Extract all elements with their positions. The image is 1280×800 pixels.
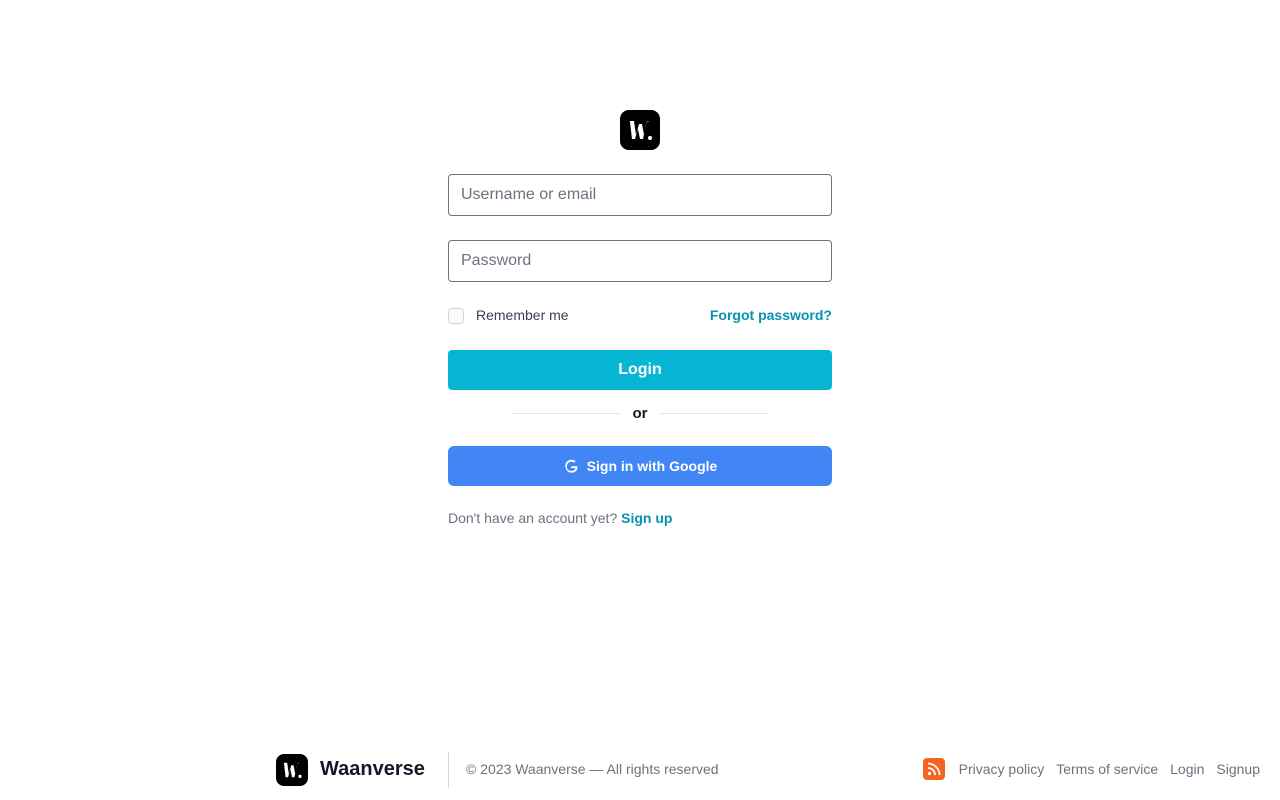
remember-checkbox[interactable]	[448, 308, 464, 324]
footer-links: Privacy policy Terms of service Login Si…	[922, 758, 1260, 780]
app-logo[interactable]	[620, 110, 660, 150]
or-divider-label: or	[632, 405, 648, 422]
rss-feed-icon	[927, 762, 941, 776]
footer-separator	[448, 752, 449, 788]
google-signin-label: Sign in with Google	[586, 458, 718, 474]
footer-link-privacy[interactable]: Privacy policy	[959, 761, 1045, 777]
signup-row: Don't have an account yet? Sign up	[448, 510, 672, 526]
google-signin-button[interactable]: Sign in with Google	[448, 446, 832, 486]
username-field[interactable]	[448, 174, 832, 216]
footer-brand[interactable]: Waanverse	[320, 758, 425, 781]
footer-link-terms[interactable]: Terms of service	[1056, 761, 1158, 777]
footer-link-signup[interactable]: Signup	[1216, 761, 1260, 777]
footer-copyright: © 2023 Waanverse — All rights reserved	[466, 761, 719, 777]
footer: Waanverse © 2023 Waanverse — All rights …	[0, 740, 1280, 800]
logo-w-icon	[629, 121, 652, 140]
google-icon	[564, 459, 578, 473]
logo-mark	[620, 110, 660, 150]
rss-icon[interactable]	[922, 758, 945, 780]
footer-link-login[interactable]: Login	[1170, 761, 1204, 777]
divider-right	[660, 413, 768, 414]
remember-row: Remember me Forgot password?	[448, 306, 832, 326]
login-button[interactable]: Login	[448, 350, 832, 390]
forgot-password-link[interactable]: Forgot password?	[710, 307, 832, 323]
footer-logo[interactable]	[276, 754, 308, 786]
signup-link[interactable]: Sign up	[621, 510, 672, 526]
signup-prompt: Don't have an account yet?	[448, 510, 618, 526]
password-field[interactable]	[448, 240, 832, 282]
divider-left	[512, 413, 620, 414]
footer-logo-w-icon	[283, 762, 302, 778]
remember-label[interactable]: Remember me	[476, 307, 569, 323]
